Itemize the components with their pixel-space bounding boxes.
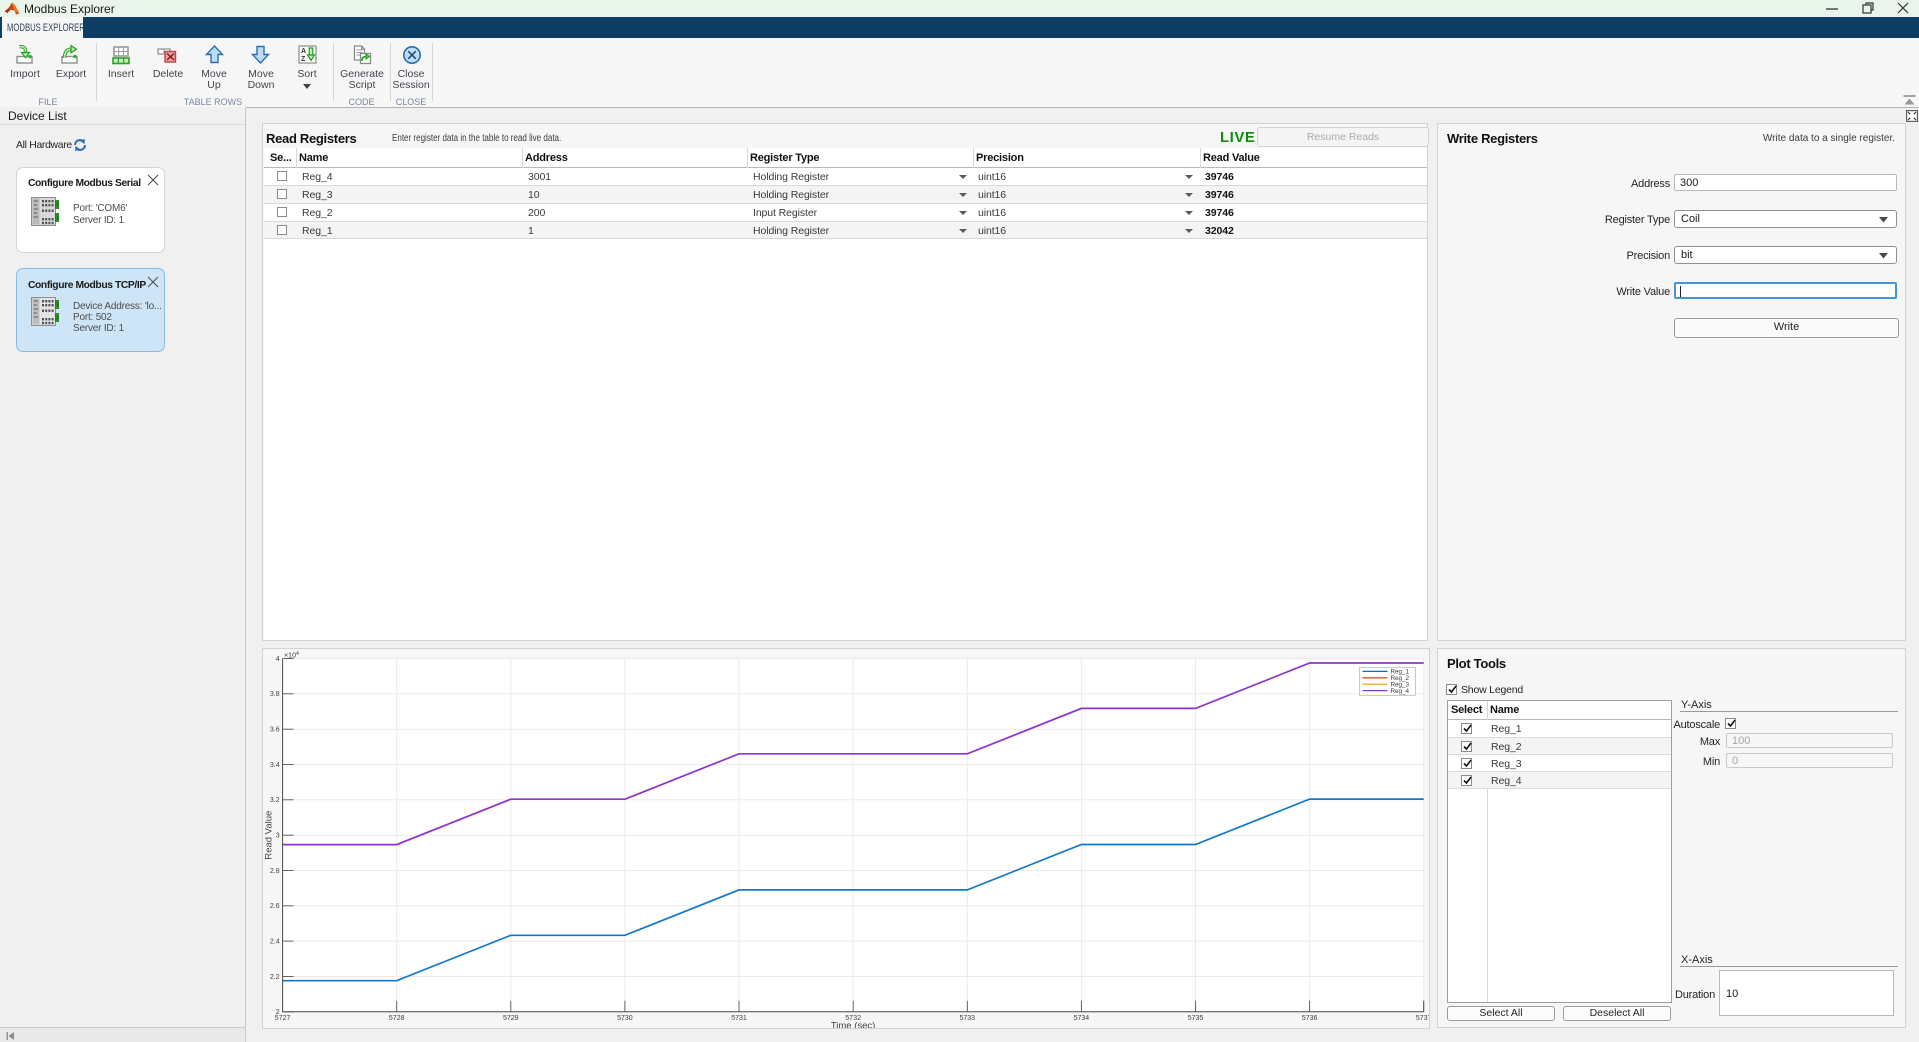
svg-text:5733: 5733 xyxy=(960,1015,976,1022)
svg-text:5735: 5735 xyxy=(1188,1015,1204,1022)
svg-text:5736: 5736 xyxy=(1302,1015,1318,1022)
svg-text:2.6: 2.6 xyxy=(270,903,280,910)
svg-text:3.8: 3.8 xyxy=(270,691,280,698)
svg-text:2.2: 2.2 xyxy=(270,974,280,981)
svg-text:5727: 5727 xyxy=(275,1015,291,1022)
svg-text:5729: 5729 xyxy=(503,1015,519,1022)
svg-text:Z: Z xyxy=(301,56,306,63)
svg-text:3: 3 xyxy=(276,833,280,840)
svg-text:4: 4 xyxy=(276,656,280,663)
svg-text:Time (sec): Time (sec) xyxy=(831,1020,876,1028)
svg-text:5734: 5734 xyxy=(1074,1015,1090,1022)
svg-text:3.4: 3.4 xyxy=(270,762,280,769)
svg-text:A: A xyxy=(301,48,306,55)
svg-text:2.4: 2.4 xyxy=(270,939,280,946)
svg-text:5730: 5730 xyxy=(617,1015,633,1022)
svg-text:5731: 5731 xyxy=(731,1015,747,1022)
svg-text:3.2: 3.2 xyxy=(270,797,280,804)
svg-text:Reg_4: Reg_4 xyxy=(1391,688,1410,695)
svg-text:5737: 5737 xyxy=(1416,1015,1429,1022)
svg-text:5728: 5728 xyxy=(389,1015,405,1022)
svg-text:3.6: 3.6 xyxy=(270,727,280,734)
svg-text:Read Value: Read Value xyxy=(264,811,275,860)
svg-text:2.8: 2.8 xyxy=(270,868,280,875)
